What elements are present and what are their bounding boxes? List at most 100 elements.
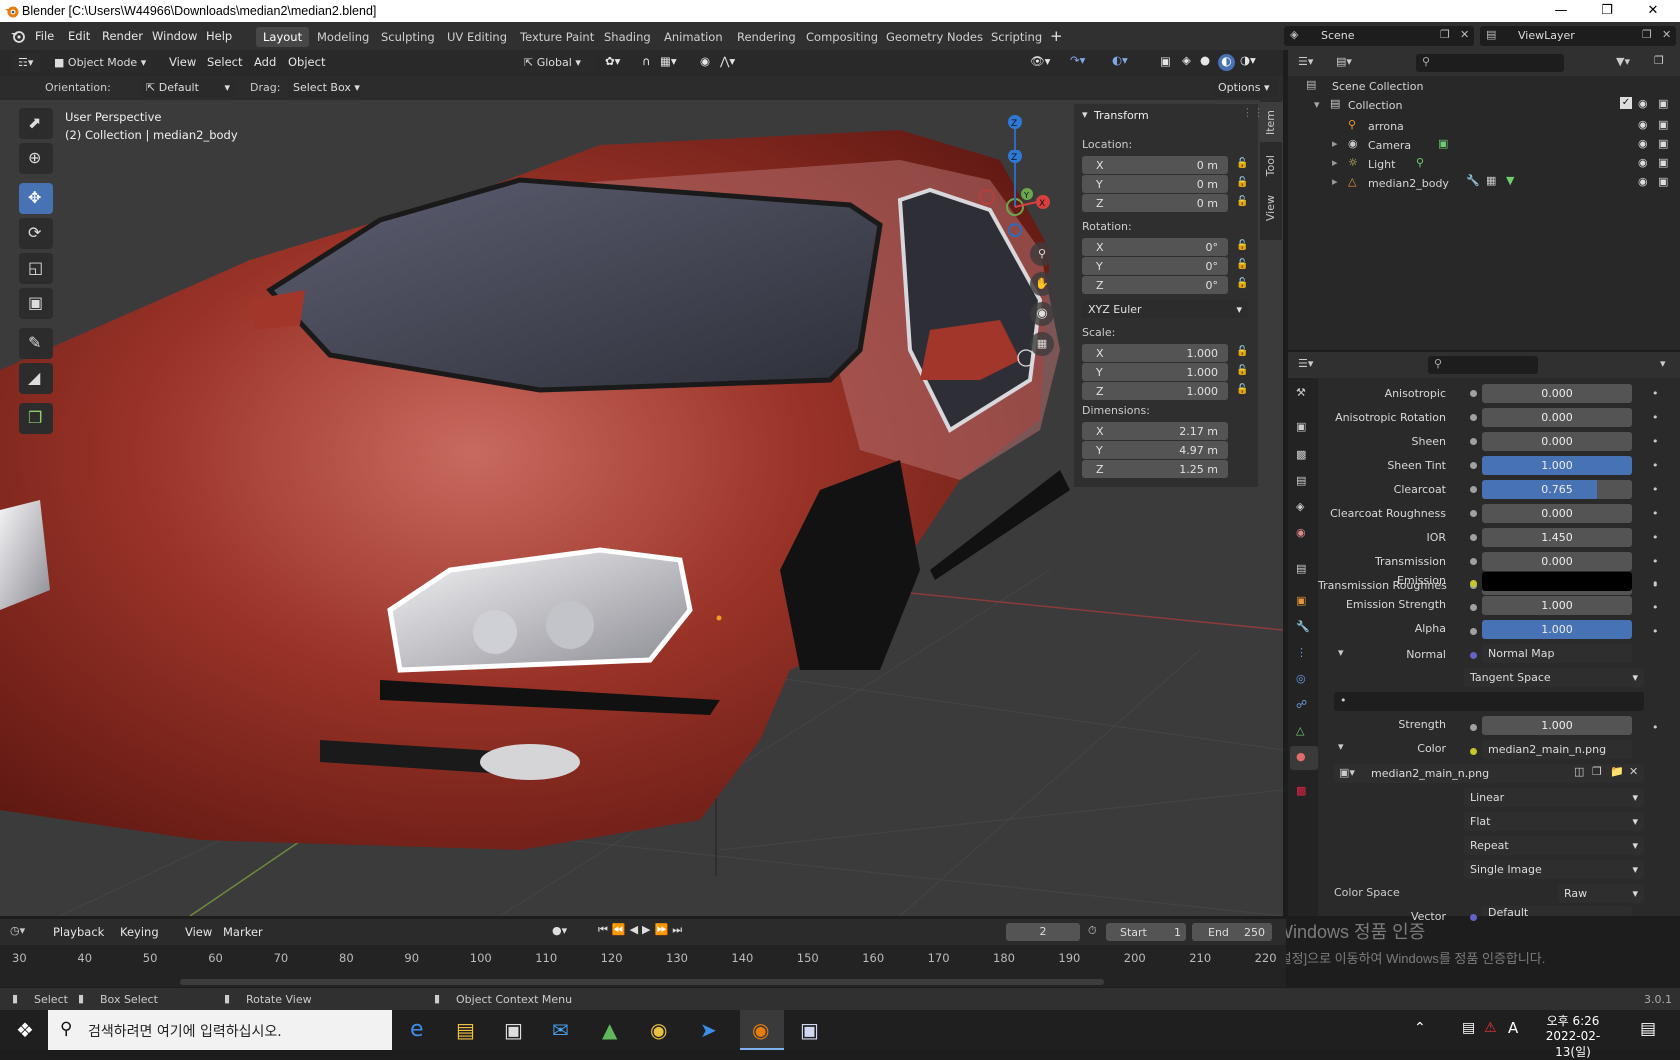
unlink-icon[interactable]: ✕ [1629,765,1638,778]
playback-controls[interactable]: ⏮⏪◀▶⏩⏭ [598,923,686,937]
zoom-icon[interactable]: ⚲ [1030,242,1054,266]
menu-window[interactable]: Window [152,29,197,43]
timeline-menu-view[interactable]: View [185,925,212,939]
location-z-field[interactable]: Z 0 m [1082,194,1228,212]
drag-dropdown[interactable]: Select Box ▾ [287,79,361,97]
new-collection-icon[interactable]: ❐ [1654,54,1664,67]
mode-dropdown[interactable]: ■ Object Mode ▾ [48,54,154,72]
image-viewer-icon[interactable]: ▣ [800,1018,819,1042]
world-tab-icon[interactable]: ◉ [1296,526,1306,539]
blender-menu-icon[interactable] [10,28,26,44]
view-layer-tab-icon[interactable]: ▤ [1296,474,1306,487]
render-camera-icon[interactable]: ▣ [1658,137,1668,150]
render-tab-icon[interactable]: ▣ [1296,420,1306,433]
transform-tool[interactable]: ▣ [19,288,53,319]
snap-target-icon[interactable]: ▦▾ [660,54,677,68]
lock-icon[interactable]: 🔓 [1236,158,1248,169]
start-frame-field[interactable]: Start 1 [1106,923,1186,941]
viewport-menu-object[interactable]: Object [288,55,325,69]
timeline-menu-marker[interactable]: Marker [223,925,263,939]
cursor-tool[interactable]: ⊕ [19,143,53,174]
visibility-icon[interactable]: 👁▾ [1030,54,1050,68]
visibility-eye-icon[interactable]: ◉ [1638,156,1648,169]
store-icon[interactable]: ▣ [504,1018,523,1042]
gizmo-toggle-icon[interactable]: ↷▾ [1070,53,1085,67]
property-slider[interactable]: 0.000 [1482,432,1632,451]
current-frame-field[interactable]: 2 [1006,923,1080,941]
texture-tab-icon[interactable]: ▩ [1296,784,1306,797]
modifier-tab-icon[interactable]: 🔧 [1296,620,1310,633]
tab-scripting[interactable]: Scripting [984,27,1049,47]
scale-z-field[interactable]: Z 1.000 [1082,382,1228,400]
camera-data-icon[interactable]: ▣ [1438,137,1448,150]
socket-dot[interactable] [1470,724,1477,731]
shading-wireframe-icon[interactable]: ◈ [1182,53,1191,67]
render-camera-icon[interactable]: ▣ [1658,156,1668,169]
socket-dot[interactable] [1470,438,1477,445]
property-slider[interactable]: 0.000 [1482,552,1632,571]
image-selector[interactable]: ▣▾ median2_main_n.png ◫ ❐ 📁 ✕ [1334,764,1644,783]
tool-tab-icon[interactable]: ⚒ [1296,386,1306,399]
scene-tab-icon[interactable]: ◈ [1296,500,1304,513]
projection-dropdown[interactable]: Flat ▾ [1464,812,1644,831]
object-tab-icon[interactable]: ▣ [1296,594,1306,607]
keyframe-dot-icon[interactable]: • [1652,531,1659,544]
tab-tool[interactable]: Tool [1264,155,1277,176]
vertex-group-icon[interactable]: ▦ [1486,174,1496,187]
socket-dot[interactable] [1470,604,1477,611]
rotation-y-field[interactable]: Y 0° [1082,257,1228,275]
tab-modeling[interactable]: Modeling [310,27,376,47]
lock-icon[interactable]: 🔓 [1236,259,1248,270]
duplicate-scene-icon[interactable]: ❐ [1440,28,1450,41]
normal-input[interactable]: Normal Map [1482,644,1632,663]
property-slider[interactable]: 0.000 [1482,504,1632,523]
timeline-menu-keying[interactable]: Keying [120,925,159,939]
visibility-eye-icon[interactable]: ◉ [1638,137,1648,150]
maps-icon[interactable]: ▲ [602,1018,617,1042]
socket-dot[interactable] [1470,462,1477,469]
menu-help[interactable]: Help [206,29,232,43]
outliner-search-input[interactable]: ⚲ [1416,54,1564,72]
outliner-item[interactable]: median2_body [1368,177,1449,190]
alpha-field[interactable]: 1.000 [1482,620,1632,639]
snap-icon[interactable]: ∩ [642,54,650,68]
property-slider[interactable]: 1.450 [1482,528,1632,547]
rotate-tool[interactable]: ⟳ [19,218,53,249]
xray-toggle-icon[interactable]: ▣ [1160,54,1171,68]
scale-tool[interactable]: ◱ [19,253,53,284]
select-box-tool[interactable]: ⬈ [19,108,53,139]
color-input[interactable]: median2_main_n.png [1482,740,1632,759]
property-slider[interactable]: 0.000 [1482,384,1632,403]
shading-rendered-icon[interactable]: ◑▾ [1240,53,1256,67]
close-button[interactable]: ✕ [1630,0,1676,22]
shading-material-icon[interactable]: ◐ [1218,54,1235,71]
perspective-toggle-icon[interactable]: ▦ [1030,332,1054,356]
expand-arrow-icon[interactable]: ▸ [1332,137,1338,150]
rotation-x-field[interactable]: X 0° [1082,238,1228,256]
pivot-point-icon[interactable]: ✿▾ [605,54,620,68]
socket-dot[interactable] [1470,558,1477,565]
socket-dot[interactable] [1470,652,1477,659]
chevron-down-icon[interactable]: ▾ [1660,357,1666,370]
end-frame-field[interactable]: End 250 [1192,923,1272,941]
viewport-menu-add[interactable]: Add [254,55,276,69]
vector-input[interactable]: Default [1482,906,1632,916]
interpolation-dropdown[interactable]: Linear ▾ [1464,788,1644,807]
keyframe-dot-icon[interactable]: • [1652,507,1659,520]
property-slider[interactable]: 0.000 [1482,408,1632,427]
proportional-edit-icon[interactable]: ◉ [700,54,710,68]
render-camera-icon[interactable]: ▣ [1658,118,1668,131]
keyframe-dot-icon[interactable]: • [1652,721,1659,734]
lock-icon[interactable]: 🔓 [1236,196,1248,207]
lock-icon[interactable]: 🔓 [1236,346,1248,357]
add-cube-tool[interactable]: ❒ [19,403,53,434]
outliner-editor-icon[interactable]: ☰▾ [1298,55,1313,68]
orientation-dropdown[interactable]: ⇱ Default ▾ [140,79,236,97]
location-x-field[interactable]: X 0 m [1082,156,1228,174]
timeline-menu-playback[interactable]: Playback [53,925,104,939]
source-dropdown[interactable]: Single Image ▾ [1464,860,1644,879]
tab-view[interactable]: View [1264,195,1277,221]
keyframe-dot-icon[interactable]: • [1652,459,1659,472]
visibility-eye-icon[interactable]: ◉ [1638,118,1648,131]
action-center-icon[interactable]: ▤ [1640,1019,1656,1039]
